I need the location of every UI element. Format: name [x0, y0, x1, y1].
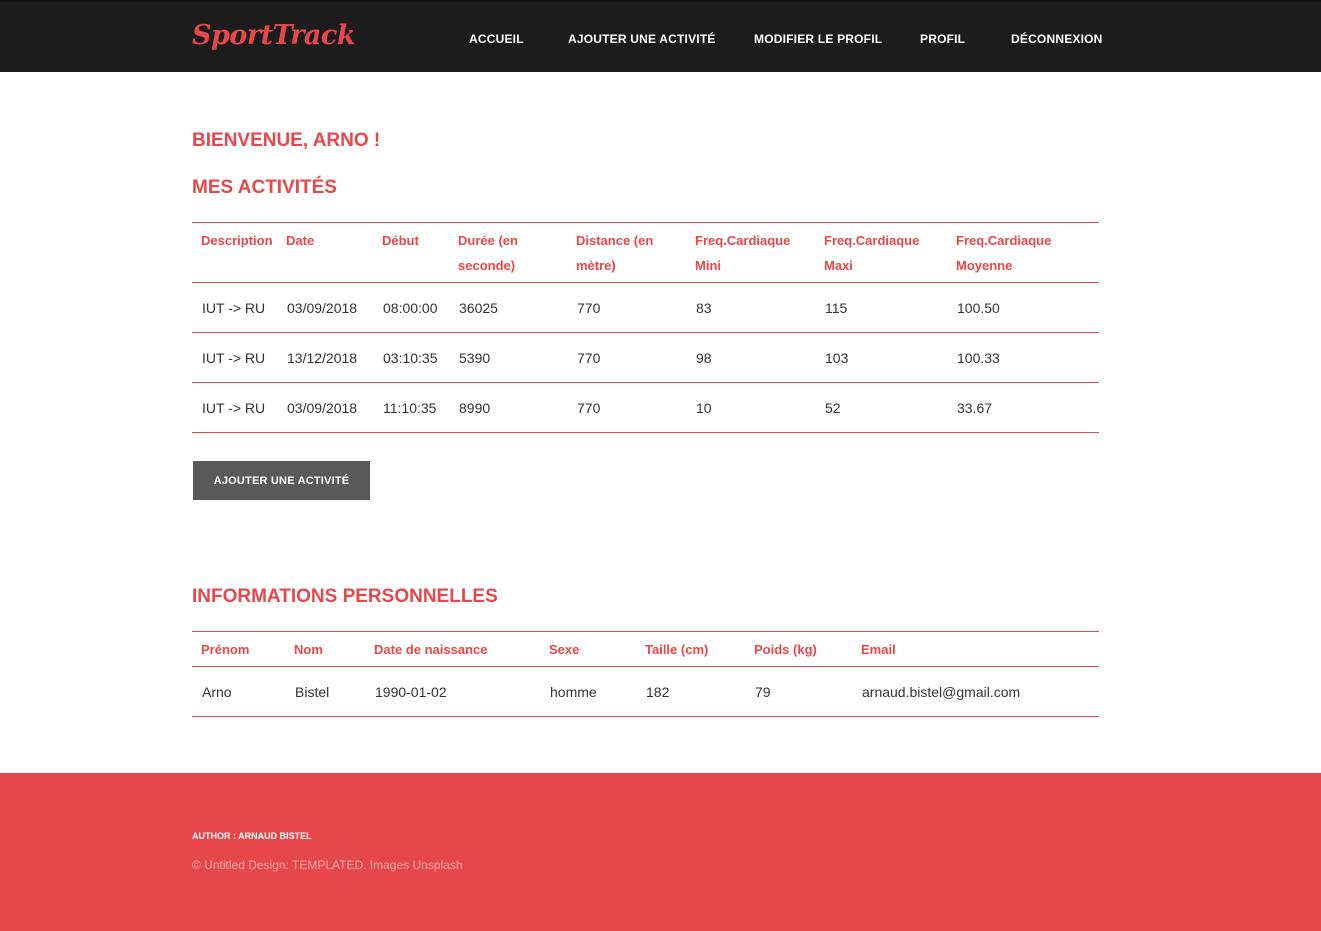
table-cell: 1990-01-02: [365, 666, 540, 717]
nav-link-modifier-profil[interactable]: MODIFIER LE PROFIL: [754, 32, 882, 46]
table-cell: 79: [745, 666, 852, 717]
personal-info-table: Prénom Nom Date de naissance Sexe Taille…: [192, 631, 1099, 717]
personal-info-heading: INFORMATIONS PERSONNELLES: [192, 586, 498, 607]
site-footer: AUTHOR : ARNAUD BISTEL © Untitled Design…: [0, 773, 1321, 931]
table-cell: 03/09/2018: [277, 282, 373, 333]
table-cell: 33.67: [947, 382, 1099, 433]
column-header-date: Date: [277, 222, 373, 283]
column-header-debut: Début: [373, 222, 449, 283]
activities-heading: MES ACTIVITÉS: [192, 177, 337, 198]
table-cell: 100.33: [947, 332, 1099, 383]
table-cell: homme: [540, 666, 636, 717]
top-navigation-bar: SportTrack ACCUEIL AJOUTER UNE ACTIVITÉ …: [0, 0, 1321, 72]
column-header-date-naissance: Date de naissance: [365, 631, 540, 667]
add-activity-button[interactable]: AJOUTER UNE ACTIVITÉ: [193, 461, 370, 500]
column-header-freq-mini: Freq.Cardiaque Mini: [686, 222, 815, 283]
activities-table: Description Date Début Durée (en seconde…: [192, 222, 1099, 433]
table-cell: arnaud.bistel@gmail.com: [852, 666, 1099, 717]
table-cell: 36025: [449, 282, 567, 333]
table-cell: 115: [815, 282, 947, 333]
table-cell: 8990: [449, 382, 567, 433]
column-header-freq-moyenne: Freq.Cardiaque Moyenne: [947, 222, 1099, 283]
table-cell: IUT -> RU: [192, 332, 277, 383]
nav-link-profil[interactable]: PROFIL: [920, 32, 965, 46]
table-cell: 5390: [449, 332, 567, 383]
column-header-taille: Taille (cm): [636, 631, 745, 667]
table-row: IUT -> RU 13/12/2018 03:10:35 5390 770 9…: [192, 332, 1099, 383]
welcome-heading: BIENVENUE, ARNO !: [192, 130, 381, 151]
table-cell: 13/12/2018: [277, 332, 373, 383]
personal-header-row: Prénom Nom Date de naissance Sexe Taille…: [192, 631, 1099, 667]
nav-link-ajouter-activite[interactable]: AJOUTER UNE ACTIVITÉ: [568, 32, 716, 46]
column-header-description: Description: [192, 222, 277, 283]
column-header-distance: Distance (en mètre): [567, 222, 686, 283]
table-cell: IUT -> RU: [192, 282, 277, 333]
table-cell: Bistel: [285, 666, 365, 717]
table-cell: 182: [636, 666, 745, 717]
table-cell: 52: [815, 382, 947, 433]
table-cell: 770: [567, 282, 686, 333]
table-cell: Arno: [192, 666, 285, 717]
nav-link-accueil[interactable]: ACCUEIL: [469, 32, 524, 46]
column-header-duree: Durée (en seconde): [449, 222, 567, 283]
footer-copyright: © Untitled Design: TEMPLATED. Images Uns…: [192, 858, 463, 872]
activities-header-row: Description Date Début Durée (en seconde…: [192, 222, 1099, 283]
table-cell: 10: [686, 382, 815, 433]
footer-author: AUTHOR : ARNAUD BISTEL: [192, 831, 312, 841]
main-nav: ACCUEIL AJOUTER UNE ACTIVITÉ MODIFIER LE…: [0, 32, 1321, 52]
table-cell: 100.50: [947, 282, 1099, 333]
column-header-email: Email: [852, 631, 1099, 667]
table-cell: IUT -> RU: [192, 382, 277, 433]
column-header-prenom: Prénom: [192, 631, 285, 667]
table-cell: 770: [567, 332, 686, 383]
table-cell: 03/09/2018: [277, 382, 373, 433]
table-cell: 11:10:35: [373, 382, 449, 433]
nav-link-deconnexion[interactable]: DÉCONNEXION: [1011, 32, 1103, 46]
table-cell: 08:00:00: [373, 282, 449, 333]
column-header-poids: Poids (kg): [745, 631, 852, 667]
table-row: IUT -> RU 03/09/2018 08:00:00 36025 770 …: [192, 282, 1099, 333]
column-header-nom: Nom: [285, 631, 365, 667]
column-header-sexe: Sexe: [540, 631, 636, 667]
table-cell: 103: [815, 332, 947, 383]
table-cell: 83: [686, 282, 815, 333]
table-row: IUT -> RU 03/09/2018 11:10:35 8990 770 1…: [192, 382, 1099, 433]
table-cell: 770: [567, 382, 686, 433]
table-row: Arno Bistel 1990-01-02 homme 182 79 arna…: [192, 666, 1099, 717]
column-header-freq-maxi: Freq.Cardiaque Maxi: [815, 222, 947, 283]
table-cell: 98: [686, 332, 815, 383]
table-cell: 03:10:35: [373, 332, 449, 383]
